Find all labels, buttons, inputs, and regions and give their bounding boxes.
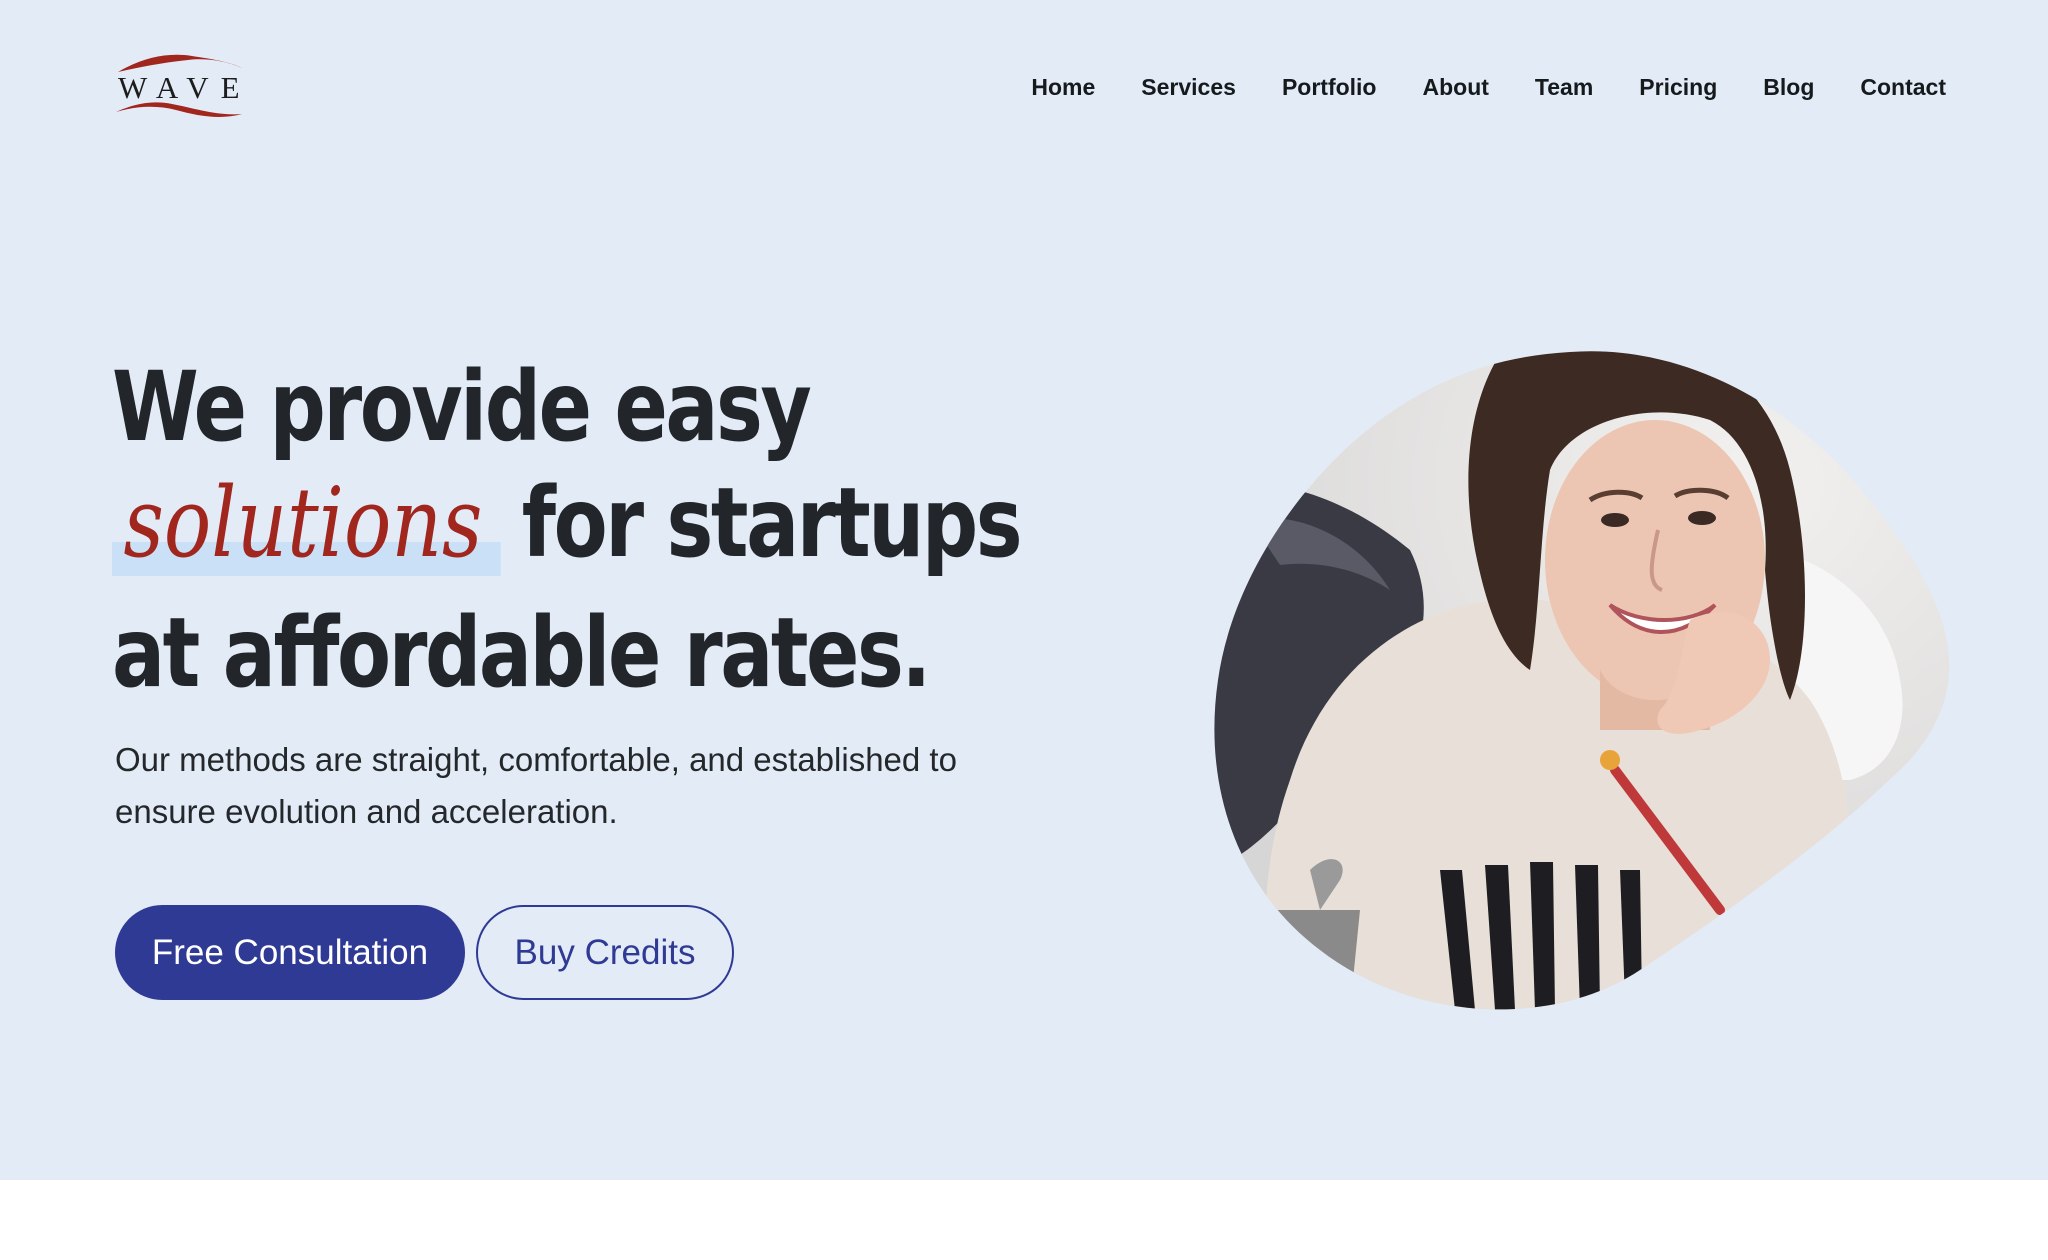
hero-portrait-image xyxy=(1214,351,1950,1010)
nav-item-team[interactable]: Team xyxy=(1535,72,1593,102)
nav-item-about[interactable]: About xyxy=(1422,72,1488,102)
headline-line-2: solutions for startups xyxy=(112,467,1023,579)
nav-item-blog[interactable]: Blog xyxy=(1763,72,1814,102)
hero-subtext: Our methods are straight, comfortable, a… xyxy=(115,741,957,830)
headline-script-word: solutions xyxy=(112,468,501,578)
hero-section: WAVE Home Services Portfolio About Team … xyxy=(0,0,2048,1180)
nav-item-pricing[interactable]: Pricing xyxy=(1639,72,1717,102)
main-nav: Home Services Portfolio About Team Prici… xyxy=(985,72,1946,102)
next-section xyxy=(0,1180,2048,1260)
headline-line-2-rest: for startups xyxy=(521,467,1023,579)
nav-item-contact[interactable]: Contact xyxy=(1860,72,1946,102)
nav-item-portfolio[interactable]: Portfolio xyxy=(1282,72,1377,102)
logo-text: WAVE xyxy=(118,70,252,105)
nav-item-services[interactable]: Services xyxy=(1141,72,1236,102)
headline-line-1: We provide easy xyxy=(112,351,812,463)
wave-logo[interactable]: WAVE xyxy=(112,48,248,126)
nav-item-home[interactable]: Home xyxy=(1031,72,1095,102)
hero-headline: We provide easy solutions for startups at… xyxy=(112,352,1220,708)
headline-line-3: at affordable rates. xyxy=(112,597,931,709)
buy-credits-button[interactable]: Buy Credits xyxy=(476,905,734,1000)
free-consultation-button[interactable]: Free Consultation xyxy=(115,905,465,1000)
